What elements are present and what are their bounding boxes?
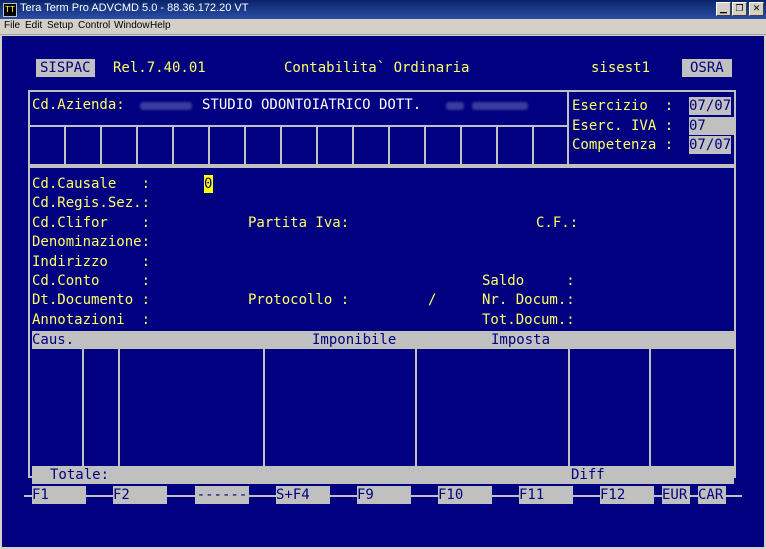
fkey-eur[interactable]: EUR: [662, 486, 690, 504]
esercizio-value[interactable]: 07/07: [689, 97, 732, 115]
window-titlebar[interactable]: TT Tera Term Pro ADVCMD 5.0 - 88.36.172.…: [0, 0, 766, 19]
fkey-f1[interactable]: F1: [32, 486, 86, 504]
dt-documento-label: Dt.Documento :: [32, 292, 151, 308]
diff-label: Diff: [571, 467, 605, 483]
mode-badge: OSRA: [682, 59, 732, 77]
terminal-screen[interactable]: SISPAC Rel.7.40.01 Contabilita` Ordinari…: [2, 36, 764, 547]
totale-label: Totale:: [50, 467, 110, 483]
period-divider: [567, 90, 569, 166]
protocollo-label: Protocollo :: [248, 292, 350, 308]
competenza-label: Competenza :: [572, 137, 674, 153]
denominazione-label: Denominazione:: [32, 234, 151, 250]
fkey-f9[interactable]: F9: [357, 486, 411, 504]
protocollo-separator: /: [428, 292, 437, 308]
teraterm-icon[interactable]: TT: [3, 3, 17, 17]
user-label: sisest1: [591, 60, 651, 76]
company-name: STUDIO ODONTOIATRICO DOTT.: [202, 97, 422, 113]
col-imposta-header: Imposta: [491, 332, 551, 348]
annotazioni-label: Annotazioni :: [32, 312, 151, 328]
regis-sez-label: Cd.Regis.Sez.:: [32, 195, 151, 211]
tot-documento-label: Tot.Docum.:: [482, 312, 575, 328]
app-badge: SISPAC: [36, 59, 95, 77]
fkey-f10[interactable]: F10: [438, 486, 492, 504]
program-title: Contabilita` Ordinaria: [284, 60, 470, 76]
partita-iva-label: Partita Iva:: [248, 215, 350, 231]
col-caus-header: Caus.: [32, 332, 75, 348]
menu-edit[interactable]: Edit: [25, 20, 42, 31]
cf-label: C.F.:: [536, 215, 579, 231]
fkey-f11[interactable]: F11: [519, 486, 573, 504]
totals-bar: [32, 466, 734, 484]
menu-file[interactable]: File: [4, 20, 20, 31]
fkey-f2[interactable]: F2: [113, 486, 167, 504]
fkey-f12[interactable]: F12: [600, 486, 654, 504]
close-button[interactable]: ✕: [749, 2, 764, 16]
saldo-label: Saldo :: [482, 273, 575, 289]
window-title: Tera Term Pro ADVCMD 5.0 - 88.36.172.20 …: [20, 2, 249, 14]
indirizzo-label: Indirizzo :: [32, 254, 151, 270]
eserc-iva-value[interactable]: 07: [689, 117, 734, 135]
menu-setup[interactable]: Setup: [47, 20, 73, 31]
release-label: Rel.7.40.01: [113, 60, 206, 76]
redacted-name-1: [446, 102, 464, 110]
company-divider: [28, 125, 567, 127]
company-code-label: Cd.Azienda:: [32, 97, 125, 113]
menu-help[interactable]: Help: [150, 20, 171, 31]
menu-control[interactable]: Control: [78, 20, 110, 31]
col-imponibile-header: Imponibile: [312, 332, 397, 348]
causale-input[interactable]: 0: [204, 175, 213, 193]
redacted-name-2: [472, 102, 528, 110]
menu-bar: File Edit Setup Control Window Help: [0, 19, 766, 35]
minimize-button[interactable]: ▁: [716, 2, 731, 16]
esercizio-label: Esercizio :: [572, 98, 674, 114]
competenza-value[interactable]: 07/07: [689, 136, 732, 154]
menu-window[interactable]: Window: [114, 20, 150, 31]
maximize-button[interactable]: ❐: [732, 2, 747, 16]
eserc-iva-label: Eserc. IVA :: [572, 118, 674, 134]
fkey-car[interactable]: CAR: [698, 486, 726, 504]
clifor-label: Cd.Clifor :: [32, 215, 151, 231]
fkey-shift-f4[interactable]: S+F4: [276, 486, 330, 504]
causale-label: Cd.Causale :: [32, 176, 151, 192]
redacted-company-code: [140, 102, 192, 110]
fkey-blank[interactable]: ------: [195, 486, 249, 504]
conto-label: Cd.Conto :: [32, 273, 151, 289]
nr-documento-label: Nr. Docum.:: [482, 292, 575, 308]
